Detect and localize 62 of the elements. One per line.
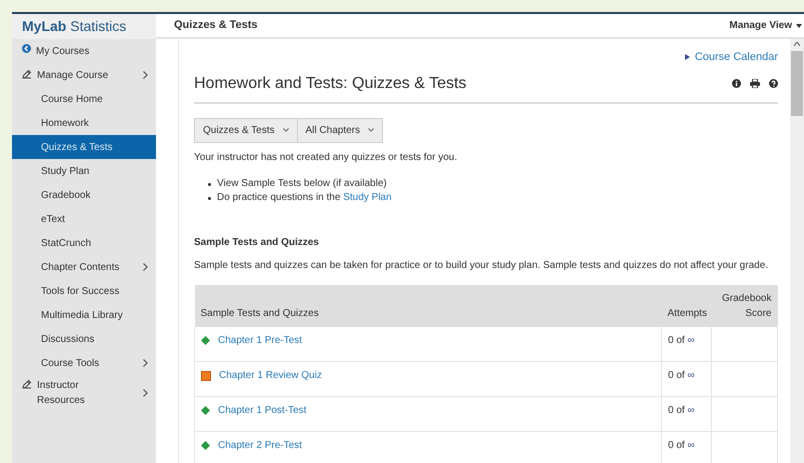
attempts-text: 0 of — [668, 405, 685, 416]
back-circle-icon — [22, 44, 31, 52]
page-heading: Homework and Tests: Quizzes & Tests — [194, 74, 466, 94]
attempts-text: 0 of — [668, 334, 685, 346]
quiz-link[interactable]: Chapter 1 Pre-Test — [218, 332, 302, 348]
nav-item[interactable]: Chapter Contents — [12, 255, 156, 279]
chevron-down-icon — [368, 128, 374, 132]
attempts-text: 0 of — [668, 370, 685, 381]
nav-item[interactable]: Instructor Resources — [12, 375, 156, 411]
nav-item[interactable]: Homework — [12, 111, 156, 135]
scrollbar[interactable] — [790, 39, 804, 463]
caret-down-icon — [796, 24, 802, 28]
section-heading: Sample Tests and Quizzes — [194, 236, 320, 250]
bullet-text: Do practice questions in the Study Plan — [217, 190, 392, 204]
nav-item[interactable]: Study Plan — [12, 159, 156, 183]
nav-item[interactable]: Multimedia Library — [12, 303, 156, 327]
nav-item[interactable]: Course Home — [12, 87, 156, 111]
bullet-text: View Sample Tests below (if available) — [217, 176, 387, 190]
nav-item[interactable]: Manage Course — [12, 63, 156, 87]
diamond-icon — [201, 441, 210, 450]
pencil-icon — [22, 379, 32, 389]
page-title: Quizzes & Tests — [174, 18, 258, 34]
diamond-icon — [201, 406, 210, 415]
quiz-link[interactable]: Chapter 2 Pre-Test — [218, 438, 302, 453]
quiz-link[interactable]: Chapter 1 Review Quiz — [219, 368, 322, 383]
unlimited-link[interactable]: ∞ — [687, 334, 695, 346]
section-description: Sample tests and quizzes can be taken for practice or to build your study plan. Sample tests and quizzes do not affect your grade. — [194, 258, 770, 272]
nav-item[interactable]: eText — [12, 207, 156, 231]
info-icon[interactable] — [732, 79, 741, 88]
nav-item[interactable]: Discussions — [12, 327, 156, 351]
scroll-up-icon — [794, 42, 800, 46]
nav-item[interactable]: Gradebook — [12, 183, 156, 207]
attempts-text: 0 of — [668, 440, 685, 451]
column-header: Sample Tests and Quizzes — [200, 308, 319, 318]
nav-item[interactable]: StatCrunch — [12, 231, 156, 255]
square-icon — [201, 370, 211, 380]
course-calendar-link[interactable]: Course Calendar — [684, 49, 778, 66]
filter-dropdown[interactable]: Quizzes & Tests — [194, 118, 298, 142]
bullet-icon — [208, 182, 211, 186]
nav-item[interactable]: Tools for Success — [12, 279, 156, 303]
pencil-icon — [22, 68, 32, 78]
study-plan-link[interactable]: Study Plan — [343, 192, 392, 202]
column-header: Attempts — [668, 308, 707, 318]
scrollbar-thumb — [791, 51, 803, 116]
brand-logo: MyLab Statistics — [22, 17, 126, 36]
nav-item[interactable]: Quizzes & Tests — [12, 135, 156, 159]
bullet-icon — [208, 196, 211, 200]
nav-item[interactable]: Course Tools — [12, 351, 156, 375]
print-icon[interactable] — [750, 79, 760, 88]
manage-view-menu[interactable]: Manage View — [729, 18, 802, 33]
unlimited-link[interactable]: ∞ — [687, 370, 695, 381]
filter-dropdown[interactable]: All Chapters — [298, 118, 383, 142]
notice-text: Your instructor has not created any quizzes or tests for you. — [194, 150, 458, 164]
triangle-icon — [684, 54, 690, 60]
help-icon[interactable] — [769, 79, 778, 88]
nav-item[interactable]: My Courses — [12, 39, 156, 63]
column-header: Gradebook Score — [721, 292, 772, 320]
chevron-down-icon — [282, 128, 289, 132]
quiz-link[interactable]: Chapter 1 Post-Test — [218, 403, 306, 418]
diamond-icon — [201, 336, 210, 344]
unlimited-link[interactable]: ∞ — [687, 440, 695, 451]
unlimited-link[interactable]: ∞ — [687, 405, 695, 416]
